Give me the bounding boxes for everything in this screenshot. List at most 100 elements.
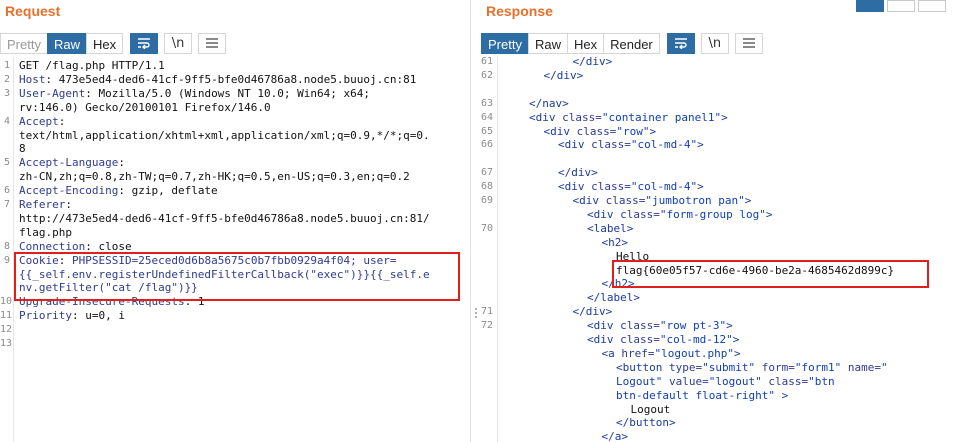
response-code-line: <div class="container panel1"> [529,111,728,125]
response-menu-button[interactable] [734,32,763,54]
response-code-line: <div class="jumbotron pan"> [573,194,752,208]
response-code-line: </div> [544,69,584,83]
wrap-lines-icon [138,38,151,49]
request-token: : 473e5ed4-ded6-41cf-9ff5-bfe0d46786a8.n… [45,72,417,86]
response-token: <div [572,194,606,207]
response-newline-button[interactable]: \n [700,32,729,54]
response-tab-render[interactable]: Render [603,32,660,54]
response-code-line: btn-default float-right" > [616,389,788,403]
request-line-number: 9 [3,254,10,266]
request-line-number: 7 [3,199,10,210]
response-code-line: <div class="row"> [544,125,657,139]
response-token: "logout" [708,374,769,388]
hamburger-menu-icon [206,38,219,48]
response-token: > [732,333,740,346]
request-token: : gzip, deflate [118,184,218,198]
response-token: > [697,138,704,152]
response-tab-raw[interactable]: Raw [527,32,568,54]
request-code-line: text/html,application/xhtml+xml,applicat… [19,129,430,143]
request-tab-hex[interactable]: Hex [85,32,124,54]
response-code-line: Logout [631,403,671,417]
response-token: </div> [558,166,598,180]
request-line-number: 10 [0,296,13,308]
response-editor[interactable]: 61 </div> 62 </div> 63 </nav> 64 <div class="co… [481,55,959,442]
request-code-line: Accept-Language: [19,156,125,170]
response-token: "col-md-4" [630,138,698,152]
response-token: </label> [587,291,640,305]
request-token: : [65,198,72,211]
response-token: <div [587,207,621,221]
request-code-line: rv:146.0) Gecko/20100101 Firefox/146.0 [19,101,271,115]
response-code-line: <div class="col-md-4"> [558,138,704,152]
response-token: class= [576,124,617,138]
response-line-number: 72 [481,320,494,332]
request-wrap-button[interactable] [130,32,159,54]
request-toolbar: Pretty Raw Hex \n [0,32,227,54]
request-line-number: 1 [3,60,10,71]
request-token: text/html,application/xhtml+xml,applicat… [19,128,430,142]
request-editor[interactable]: 1 GET /flag.php HTTP/1.1 2 Host: 473e5ed4-d… [0,57,470,442]
response-token: class= [768,374,809,388]
response-token: > [744,194,752,207]
response-token: <label> [587,221,634,235]
response-code-line: <div class="form-group log"> [587,208,772,222]
request-token: : u=0, i [71,309,125,323]
response-token: <div [529,110,563,124]
response-token: "form1" [794,360,848,374]
response-token: </a> [601,430,629,442]
request-token: zh-CN,zh;q=0.8,zh-TW;q=0.7,zh-HK;q=0.5,e… [19,170,410,184]
request-code-line: User-Agent: Mozilla/5.0 (Windows NT 10.0… [19,87,370,101]
response-code-line: </label> [587,291,640,305]
request-token: Connection [19,239,86,253]
drag-handle-icon [474,308,478,320]
response-token: > [721,110,728,124]
hamburger-menu-icon [742,38,755,48]
response-line-number: 63 [481,97,494,109]
response-line-number: 62 [481,69,494,81]
response-token: <div [558,180,592,194]
response-token: "container panel1" [601,110,722,124]
request-tab-raw[interactable]: Raw [46,32,87,54]
response-token: <div [587,333,621,346]
request-newline-button[interactable]: \n [164,32,193,54]
response-token: class= [591,138,631,152]
response-token: </div> [572,55,613,68]
request-token: 8 [19,142,26,156]
request-tab-pretty[interactable]: Pretty [0,32,48,54]
response-token: <h2> [601,235,629,249]
response-token: type= [668,360,703,374]
request-code-line: Accept: [19,115,65,129]
response-code-line: </a> [602,430,629,442]
response-line-number: 64 [481,111,494,123]
request-line-number: 2 [3,73,10,85]
request-token: : Mozilla/5.0 (Windows NT 10.0; Win64; x… [85,86,371,100]
request-code-line: http://473e5ed4-ded6-41cf-9ff5-bfe0d4678… [19,212,430,226]
response-token: > [697,180,704,194]
request-menu-button[interactable] [198,32,227,54]
response-line-number: 67 [481,167,494,179]
response-token: Logout" [616,374,669,388]
request-token: GET /flag.php HTTP/1.1 [19,59,165,72]
response-token: class= [605,194,646,207]
response-token: <div [558,138,592,152]
response-code-line: <label> [587,222,633,236]
request-line-number: 8 [3,240,10,252]
request-code-line: 8 [19,142,26,156]
response-wrap-button[interactable] [666,32,695,54]
request-cookie-highlight [14,252,460,301]
response-token: > [649,124,657,138]
request-token: rv:146.0) Gecko/20100101 Firefox/146.0 [19,100,271,114]
response-line-number: 71 [481,306,494,318]
response-token: " [880,360,888,374]
response-code-line: <div class="col-md-12"> [587,333,739,347]
response-token: <div [587,319,621,333]
response-tab-pretty[interactable]: Pretty [481,32,529,54]
response-code-line: </button> [616,416,676,430]
response-code-line: </nav> [529,97,569,111]
response-token: > [774,388,789,402]
response-token: </div> [572,305,613,319]
response-token: <a [601,346,622,360]
response-token: </button> [616,416,676,430]
request-code-line: Priority: u=0, i [19,309,125,323]
response-tab-hex[interactable]: Hex [566,32,605,54]
